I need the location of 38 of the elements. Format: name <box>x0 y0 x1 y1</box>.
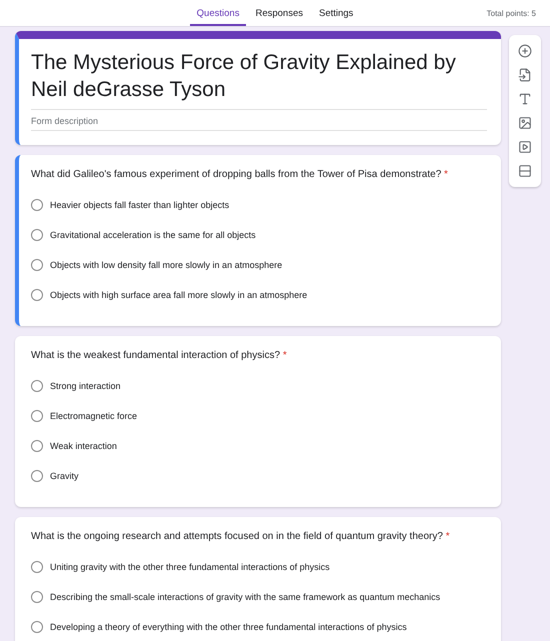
radio-button[interactable] <box>31 470 43 482</box>
option-label: Gravity <box>50 471 79 481</box>
radio-button[interactable] <box>31 259 43 271</box>
radio-button[interactable] <box>31 410 43 422</box>
radio-button[interactable] <box>31 440 43 452</box>
tab[interactable]: Settings <box>312 8 360 26</box>
option-label: Gravitational acceleration is the same for all objects <box>50 230 256 240</box>
question-text: What is the weakest fundamental interaction of physics? * <box>31 350 288 361</box>
radio-button[interactable] <box>31 561 43 573</box>
radio-button[interactable] <box>31 199 43 211</box>
option-label: Describing the small-scale interactions of gravity with the same framework as quantum mechanics <box>50 592 440 602</box>
image-icon <box>518 116 532 130</box>
required-mark: * <box>444 169 448 180</box>
option-label: Objects with low density fall more slowly in an atmosphere <box>50 260 282 270</box>
add-icon <box>518 44 532 58</box>
text-icon <box>518 92 532 106</box>
tab[interactable]: Questions <box>190 8 246 26</box>
option-label: Heavier objects fall faster than lighter objects <box>50 200 230 210</box>
total-points: Total points: 5 <box>486 9 536 18</box>
option-label: Uniting gravity with the other three fundamental interactions of physics <box>50 562 330 572</box>
option-label: Strong interaction <box>50 381 121 391</box>
radio-button[interactable] <box>31 289 43 301</box>
import-icon <box>518 68 532 82</box>
radio-button[interactable] <box>31 229 43 241</box>
required-mark: * <box>282 350 287 361</box>
option-label: Electromagnetic force <box>50 411 138 421</box>
question-text: What is the ongoing research and attempts focused on in the field of quantum gravity theory? * <box>31 531 451 542</box>
option-label: Weak interaction <box>50 441 117 451</box>
section-icon <box>518 164 532 178</box>
option-label: Developing a theory of everything with the other three fundamental interactions of physics <box>50 622 407 632</box>
video-icon <box>518 140 532 154</box>
radio-button[interactable] <box>31 380 43 392</box>
radio-button[interactable] <box>31 621 43 633</box>
required-mark: * <box>446 531 450 542</box>
radio-button[interactable] <box>31 591 43 603</box>
tab[interactable]: Responses <box>248 8 310 26</box>
question-text: What did Galileo's famous experiment of dropping balls from the Tower of Pisa demonstrate? * <box>31 169 449 180</box>
option-label: Objects with high surface area fall more slowly in an atmosphere <box>50 290 308 300</box>
